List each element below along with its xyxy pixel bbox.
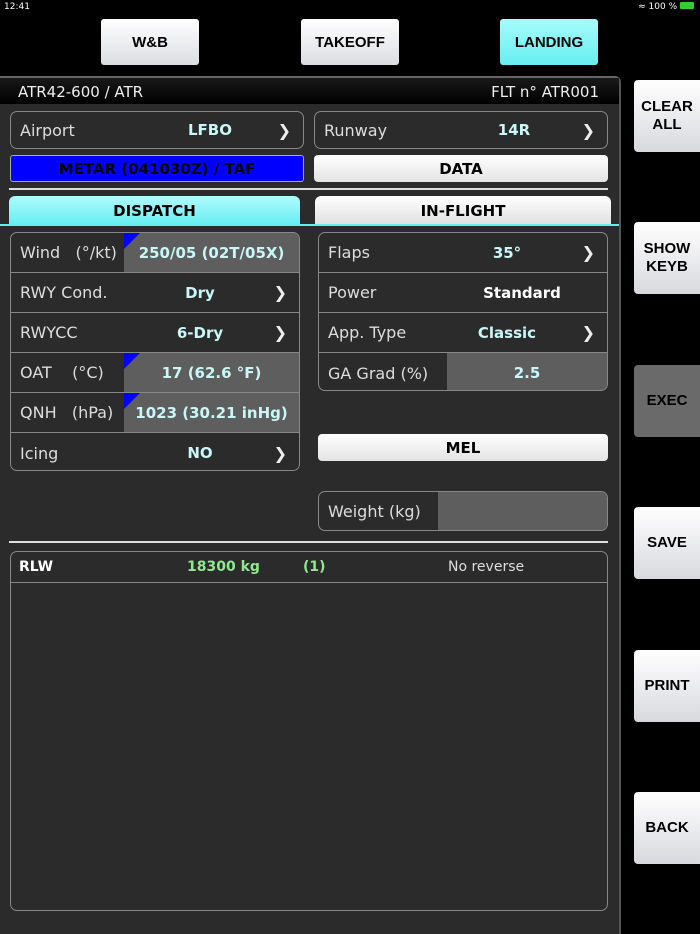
aircraft-label: ATR42-600 / ATR bbox=[18, 83, 144, 101]
chevron-right-icon: ❯ bbox=[273, 323, 287, 342]
weight-field: Weight (kg) bbox=[318, 491, 608, 531]
data-button[interactable]: DATA bbox=[314, 155, 608, 182]
airport-selector[interactable]: Airport LFBO ❯ bbox=[10, 111, 304, 149]
weight-input[interactable] bbox=[438, 492, 607, 530]
show-keyboard-button[interactable]: SHOW KEYB bbox=[634, 222, 700, 294]
wind-label: Wind (°/kt) bbox=[20, 243, 117, 262]
qnh-label: QNH (hPa) bbox=[20, 403, 114, 422]
tab-in-flight[interactable]: IN-FLIGHT bbox=[315, 196, 611, 225]
rwy-cond-row[interactable]: RWY Cond. Dry ❯ bbox=[11, 273, 299, 313]
chevron-right-icon: ❯ bbox=[277, 120, 291, 140]
oat-row[interactable]: OAT (°C) 17 (62.6 °F) bbox=[11, 353, 299, 393]
qnh-input[interactable]: 1023 (30.21 inHg) bbox=[124, 393, 299, 432]
app-type-row[interactable]: App. Type Classic ❯ bbox=[319, 313, 607, 353]
tab-underline bbox=[0, 224, 619, 226]
takeoff-button[interactable]: TAKEOFF bbox=[301, 19, 399, 65]
weight-label: Weight (kg) bbox=[328, 501, 421, 521]
result-row: RLW 18300 kg (1) No reverse bbox=[11, 552, 607, 583]
wb-button[interactable]: W&B bbox=[101, 19, 199, 65]
metar-taf-button[interactable]: METAR (041030Z) / TAF bbox=[10, 155, 304, 182]
runway-value: 14R bbox=[497, 121, 531, 139]
app-type-value: Classic bbox=[477, 323, 537, 342]
flight-number: FLT n° ATR001 bbox=[491, 83, 599, 101]
oat-label: OAT (°C) bbox=[20, 363, 104, 382]
edit-marker-icon bbox=[124, 393, 140, 409]
chevron-right-icon: ❯ bbox=[273, 443, 287, 463]
chevron-right-icon: ❯ bbox=[581, 120, 595, 140]
config-table: Flaps 35° ❯ Power Standard App. Type Classic… bbox=[318, 232, 608, 391]
rwycc-value: 6-Dry bbox=[176, 323, 224, 342]
ga-grad-row[interactable]: GA Grad (%) 2.5 bbox=[319, 353, 607, 390]
power-value: Standard bbox=[483, 283, 561, 302]
icing-row[interactable]: Icing NO ❯ bbox=[11, 433, 299, 470]
chevron-right-icon: ❯ bbox=[581, 323, 595, 342]
chevron-right-icon: ❯ bbox=[273, 283, 287, 302]
airport-label: Airport bbox=[20, 120, 75, 140]
edit-marker-icon bbox=[124, 233, 140, 249]
icing-label: Icing bbox=[20, 443, 59, 463]
status-time: 12:41 bbox=[4, 2, 30, 12]
mel-button[interactable]: MEL bbox=[318, 434, 608, 461]
battery-text: 100 % bbox=[648, 2, 678, 12]
ga-grad-label: GA Grad (%) bbox=[328, 363, 429, 383]
rwycc-row[interactable]: RWYCC 6-Dry ❯ bbox=[11, 313, 299, 353]
airport-value: LFBO bbox=[188, 121, 232, 139]
rlw-label: RLW bbox=[19, 559, 54, 575]
qnh-value: 1023 (30.21 inHg) bbox=[135, 403, 288, 422]
header-bar: ATR42-600 / ATR FLT n° ATR001 bbox=[0, 78, 619, 104]
oat-input[interactable]: 17 (62.6 °F) bbox=[124, 353, 299, 392]
rlw-note: (1) bbox=[303, 559, 326, 575]
flaps-label: Flaps bbox=[328, 243, 370, 262]
back-button[interactable]: BACK bbox=[634, 792, 700, 864]
power-label: Power bbox=[328, 283, 377, 302]
icing-value: NO bbox=[187, 444, 213, 462]
clear-all-button[interactable]: CLEAR ALL bbox=[634, 80, 700, 152]
show-keyb-label: SHOW KEYB bbox=[643, 240, 691, 275]
runway-label: Runway bbox=[324, 120, 388, 140]
runway-selector[interactable]: Runway 14R ❯ bbox=[314, 111, 608, 149]
save-button[interactable]: SAVE bbox=[634, 507, 700, 579]
rwycc-label: RWYCC bbox=[20, 323, 78, 342]
rwy-cond-label: RWY Cond. bbox=[20, 283, 108, 302]
rwy-cond-value: Dry bbox=[185, 283, 215, 302]
tab-dispatch[interactable]: DISPATCH bbox=[9, 196, 300, 225]
ga-grad-input[interactable]: 2.5 bbox=[447, 353, 607, 390]
wind-input[interactable]: 250/05 (02T/05X) bbox=[124, 233, 299, 272]
wind-row[interactable]: Wind (°/kt) 250/05 (02T/05X) bbox=[11, 233, 299, 273]
print-button[interactable]: PRINT bbox=[634, 650, 700, 722]
oat-value: 17 (62.6 °F) bbox=[161, 363, 262, 382]
flaps-row[interactable]: Flaps 35° ❯ bbox=[319, 233, 607, 273]
power-row: Power Standard bbox=[319, 273, 607, 313]
edit-marker-icon bbox=[124, 353, 140, 369]
battery-icon bbox=[680, 2, 694, 9]
dispatch-table: Wind (°/kt) 250/05 (02T/05X) RWY Cond. Dry… bbox=[10, 232, 300, 471]
exec-button[interactable]: EXEC bbox=[634, 365, 700, 437]
status-battery: ≈ 100 % bbox=[638, 2, 694, 12]
qnh-row[interactable]: QNH (hPa) 1023 (30.21 inHg) bbox=[11, 393, 299, 433]
divider bbox=[9, 541, 608, 543]
chevron-right-icon: ❯ bbox=[581, 243, 595, 262]
wind-value: 250/05 (02T/05X) bbox=[138, 243, 285, 262]
divider bbox=[9, 188, 608, 190]
results-panel: RLW 18300 kg (1) No reverse bbox=[10, 551, 608, 911]
flaps-value: 35° bbox=[492, 243, 522, 262]
rlw-value: 18300 kg bbox=[187, 559, 260, 575]
app-type-label: App. Type bbox=[328, 323, 407, 342]
landing-button[interactable]: LANDING bbox=[500, 19, 598, 65]
clear-all-label: CLEAR ALL bbox=[641, 98, 693, 133]
reverse-status: No reverse bbox=[448, 559, 525, 575]
ga-grad-value: 2.5 bbox=[513, 364, 541, 382]
